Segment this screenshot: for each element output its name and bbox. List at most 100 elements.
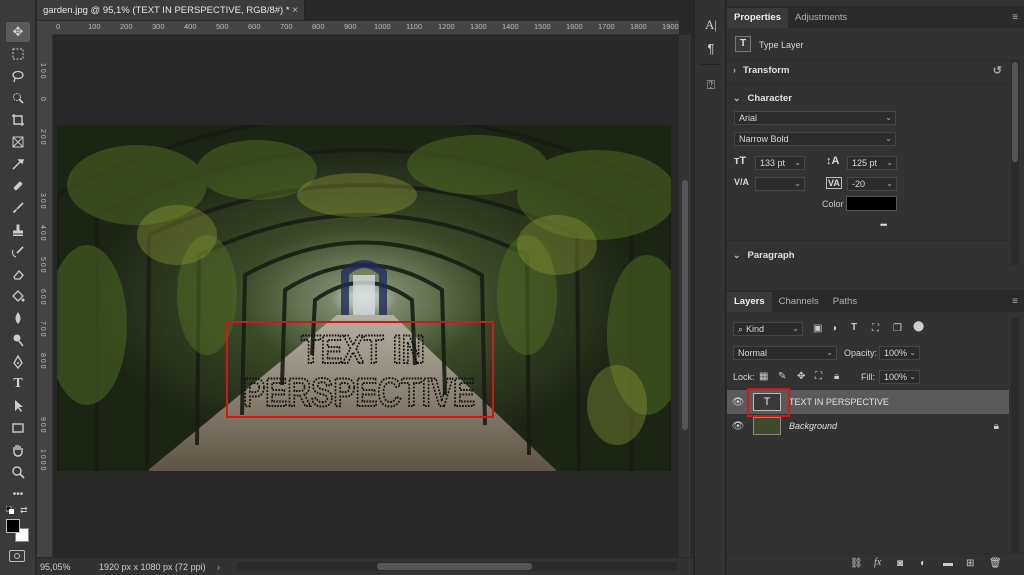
eraser-tool-icon[interactable] <box>6 264 30 284</box>
add-mask-icon[interactable]: ◙ <box>897 558 903 569</box>
layer-style-icon[interactable]: fx <box>874 557 881 568</box>
status-bar: 95,05% 1920 px x 1080 px (72 ppi) › <box>37 558 693 575</box>
tools-panel: ✥ T ••• ⇄ <box>0 0 36 575</box>
layers-panel-menu-icon[interactable]: ≡ <box>1012 296 1018 307</box>
layers-scrollbar[interactable] <box>1011 318 1019 553</box>
tab-adjustments[interactable]: Adjustments <box>788 8 854 28</box>
quick-mask-icon[interactable] <box>9 550 25 562</box>
foreground-color-swatch[interactable] <box>6 519 20 533</box>
blur-tool-icon[interactable] <box>6 308 30 328</box>
transform-section[interactable]: › Transform ↺ <box>727 58 1010 82</box>
ruler-tick-label: 500 <box>216 22 229 31</box>
filter-adjustment-icon[interactable]: ◑ <box>831 323 837 334</box>
scrollbar-thumb[interactable] <box>377 563 532 570</box>
fill-field[interactable]: 100% ⌄ <box>879 370 920 384</box>
more-options-icon[interactable]: ••• <box>880 220 888 230</box>
document-canvas[interactable]: TEXT IN PERSPECTIVE <box>57 125 671 471</box>
swap-colors-icon[interactable]: ⇄ <box>20 505 28 516</box>
document-tab[interactable]: garden.jpg @ 95,1% (TEXT IN PERSPECTIVE,… <box>37 0 305 20</box>
filter-toggle-icon[interactable]: ⬤ <box>913 321 924 332</box>
dodge-tool-icon[interactable] <box>6 330 30 350</box>
more-tools-icon[interactable]: ••• <box>6 484 30 504</box>
hand-tool-icon[interactable] <box>6 440 30 460</box>
delete-layer-icon[interactable]: 🗑︎ <box>989 558 1002 569</box>
lock-label: Lock: <box>733 372 755 382</box>
visibility-eye-icon[interactable]: 👁︎ <box>727 421 749 432</box>
crop-tool-icon[interactable] <box>6 110 30 130</box>
character-panel-icon[interactable]: A| <box>702 16 720 34</box>
character-section[interactable]: ⌄ Character <box>727 86 1010 110</box>
scrollbar-thumb[interactable] <box>682 180 688 430</box>
leading-field[interactable]: 125 pt ⌄ <box>847 156 897 170</box>
layer-row[interactable]: 👁︎ Background 🔒︎ <box>727 414 1009 438</box>
layer-name: Background <box>789 421 838 431</box>
lock-all-icon[interactable]: 🔒︎ <box>834 371 839 382</box>
ruler-origin[interactable] <box>37 21 53 35</box>
link-layers-icon[interactable]: ⛓︎ <box>850 558 863 569</box>
eyedropper-tool-icon[interactable] <box>6 154 30 174</box>
lock-artboard-icon[interactable]: ⛶ <box>815 371 822 382</box>
scrollbar-thumb[interactable] <box>1012 62 1018 162</box>
vertical-scrollbar[interactable] <box>679 35 691 557</box>
new-adjustment-layer-icon[interactable]: ◐ <box>920 558 926 569</box>
lock-transparent-pixels-icon[interactable]: ▦ <box>759 371 768 382</box>
type-tool-icon[interactable]: T <box>6 374 30 394</box>
frame-tool-icon[interactable] <box>6 132 30 152</box>
healing-brush-tool-icon[interactable] <box>6 176 30 196</box>
tab-layers[interactable]: Layers <box>727 292 772 312</box>
move-tool-icon[interactable]: ✥ <box>6 22 30 42</box>
visibility-eye-icon[interactable]: 👁︎ <box>727 397 749 408</box>
status-menu-arrow-icon[interactable]: › <box>217 562 220 572</box>
new-layer-icon[interactable]: ⊞ <box>966 558 974 569</box>
filter-smart-object-icon[interactable]: ❐ <box>893 323 902 334</box>
paragraph-section[interactable]: ⌄ Paragraph <box>727 243 1010 267</box>
layer-lock-icon[interactable]: 🔒︎ <box>994 421 999 432</box>
font-size-field[interactable]: 133 pt ⌄ <box>755 156 805 170</box>
close-document-icon[interactable]: × <box>292 5 298 16</box>
stamp-tool-icon[interactable] <box>6 220 30 240</box>
blend-mode-select[interactable]: Normal ⌄ <box>733 346 837 360</box>
tab-channels[interactable]: Channels <box>772 292 826 312</box>
font-family-select[interactable]: Arial ⌄ <box>734 111 896 125</box>
chevron-down-icon: ⌄ <box>886 179 893 188</box>
tracking-field[interactable]: -20 ⌄ <box>847 177 897 191</box>
tab-properties[interactable]: Properties <box>727 8 788 28</box>
default-colors-icon[interactable] <box>5 505 14 514</box>
ruler-tick-label: 1000 <box>374 22 391 31</box>
opacity-field[interactable]: 100% ⌄ <box>879 346 920 360</box>
properties-panel-menu-icon[interactable]: ≡ <box>1012 12 1018 23</box>
paint-bucket-tool-icon[interactable] <box>6 286 30 306</box>
ruler-tick-label: 7 0 0 <box>39 321 46 337</box>
reset-transform-icon[interactable]: ↺ <box>993 64 1002 77</box>
font-style-value: Narrow Bold <box>739 134 789 144</box>
properties-scrollbar[interactable] <box>1011 60 1019 265</box>
vertical-ruler: 0 1 0 0 2 0 0 3 0 0 4 0 0 5 0 0 6 0 0 7 … <box>37 35 53 557</box>
zoom-tool-icon[interactable] <box>6 462 30 482</box>
zoom-level[interactable]: 95,05% <box>37 562 77 572</box>
horizontal-scrollbar[interactable] <box>237 562 677 571</box>
font-size-value: 133 pt <box>760 158 786 168</box>
font-style-select[interactable]: Narrow Bold ⌄ <box>734 132 896 146</box>
kerning-field[interactable]: ⌄ <box>755 177 805 191</box>
filter-shape-icon[interactable]: ⛶ <box>872 323 879 334</box>
history-brush-tool-icon[interactable] <box>6 242 30 262</box>
brush-tool-icon[interactable] <box>6 198 30 218</box>
paragraph-panel-icon[interactable]: ¶ <box>702 40 720 58</box>
glyphs-panel-icon[interactable]: ⍰ <box>702 76 720 94</box>
lasso-tool-icon[interactable] <box>6 66 30 86</box>
rectangle-tool-icon[interactable] <box>6 418 30 438</box>
path-selection-tool-icon[interactable] <box>6 396 30 416</box>
lock-position-icon[interactable]: ✥ <box>797 371 805 382</box>
filter-pixel-icon[interactable]: ▣ <box>813 323 822 334</box>
text-color-swatch[interactable] <box>846 196 897 211</box>
lock-image-pixels-icon[interactable]: ✎ <box>778 371 786 382</box>
filter-type-icon[interactable]: T <box>851 322 857 333</box>
pen-tool-icon[interactable] <box>6 352 30 372</box>
layer-filter-kind-select[interactable]: ⌕ Kind ⌄ <box>733 322 803 336</box>
tab-paths[interactable]: Paths <box>826 292 864 312</box>
ruler-tick-label: 8 0 0 <box>39 353 46 369</box>
marquee-tool-icon[interactable] <box>6 44 30 64</box>
new-group-icon[interactable]: ▬ <box>943 558 953 569</box>
ruler-tick-label: 600 <box>248 22 261 31</box>
quick-selection-tool-icon[interactable] <box>6 88 30 108</box>
